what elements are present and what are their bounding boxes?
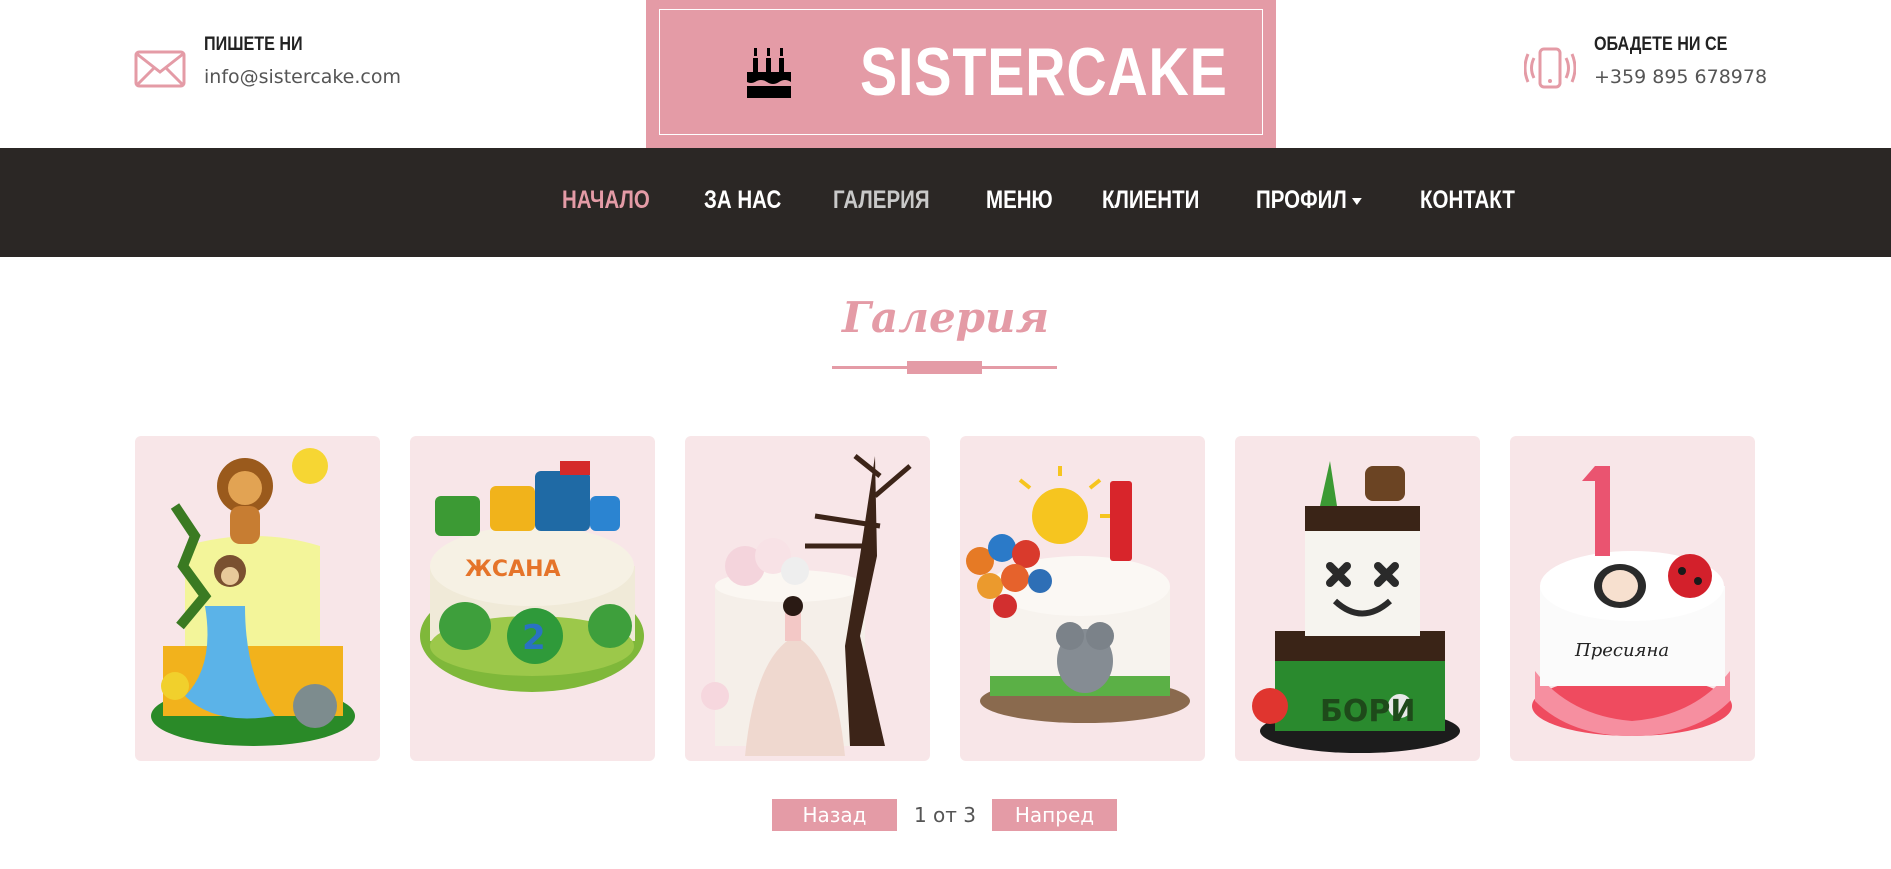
birthday-cake-icon [747, 48, 791, 98]
nav-item-profile-label: ПРОФИЛ [1256, 186, 1347, 214]
main-nav: НАЧАЛО ЗА НАС ГАЛЕРИЯ МЕНЮ КЛИЕНТИ ПРОФИ… [0, 148, 1891, 257]
chevron-down-icon [1351, 197, 1362, 205]
site-logo[interactable]: SISTERCAKE [646, 0, 1276, 148]
email-address[interactable]: info@sistercake.com [204, 66, 401, 88]
top-header: ПИШЕТЕ НИ info@sistercake.com SISTERCAKE [0, 0, 1891, 148]
email-contact: ПИШЕТЕ НИ info@sistercake.com [134, 34, 401, 92]
title-divider-accent [907, 361, 982, 374]
page-indicator: 1 от 3 [913, 803, 977, 827]
svg-text:БОРИ: БОРИ [1320, 694, 1415, 729]
green-drip-cake-image: БОРИ [1252, 461, 1460, 753]
nav-item-menu[interactable]: МЕНЮ [986, 186, 1053, 215]
phone-contact: ОБАДЕТЕ НИ СЕ +359 895 678978 [1524, 34, 1767, 92]
phone-vibrate-icon [1524, 47, 1576, 89]
gallery-item-2[interactable]: ЖСАНА 2 [410, 436, 655, 761]
train-cake-image: ЖСАНА 2 [420, 461, 644, 692]
svg-text:2: 2 [522, 618, 546, 658]
gallery-item-1[interactable] [135, 436, 380, 761]
gallery-title: Галерия [841, 293, 1049, 342]
nav-item-gallery[interactable]: ГАЛЕРИЯ [833, 186, 930, 215]
phone-number[interactable]: +359 895 678978 [1594, 66, 1767, 88]
next-page-button[interactable]: Напред [992, 799, 1117, 831]
gallery-item-4[interactable] [960, 436, 1205, 761]
svg-text:Пресияна: Пресияна [1574, 640, 1669, 661]
gallery-item-3[interactable] [685, 436, 930, 761]
ladybug-cake-image: Пресияна [1532, 466, 1732, 736]
nav-item-about[interactable]: ЗА НАС [704, 186, 781, 215]
jungle-cake-image [151, 448, 355, 746]
svg-text:ЖСАНА: ЖСАНА [465, 557, 561, 582]
nav-item-home[interactable]: НАЧАЛО [562, 186, 650, 215]
email-title: ПИШЕТЕ НИ [204, 34, 303, 55]
princess-tree-cake-image [701, 454, 912, 756]
nav-item-profile[interactable]: ПРОФИЛ [1256, 186, 1362, 215]
balloon-elephant-cake-image [966, 466, 1190, 723]
phone-title: ОБАДЕТЕ НИ СЕ [1594, 34, 1728, 55]
envelope-icon [134, 50, 186, 88]
nav-item-clients[interactable]: КЛИЕНТИ [1102, 186, 1199, 215]
prev-page-button[interactable]: Назад [772, 799, 897, 831]
nav-item-contact[interactable]: КОНТАКТ [1420, 186, 1515, 215]
gallery-item-6[interactable]: Пресияна [1510, 436, 1755, 761]
logo-frame: SISTERCAKE [659, 9, 1263, 135]
gallery-item-5[interactable]: БОРИ [1235, 436, 1480, 761]
logo-text: SISTERCAKE [860, 34, 1228, 110]
